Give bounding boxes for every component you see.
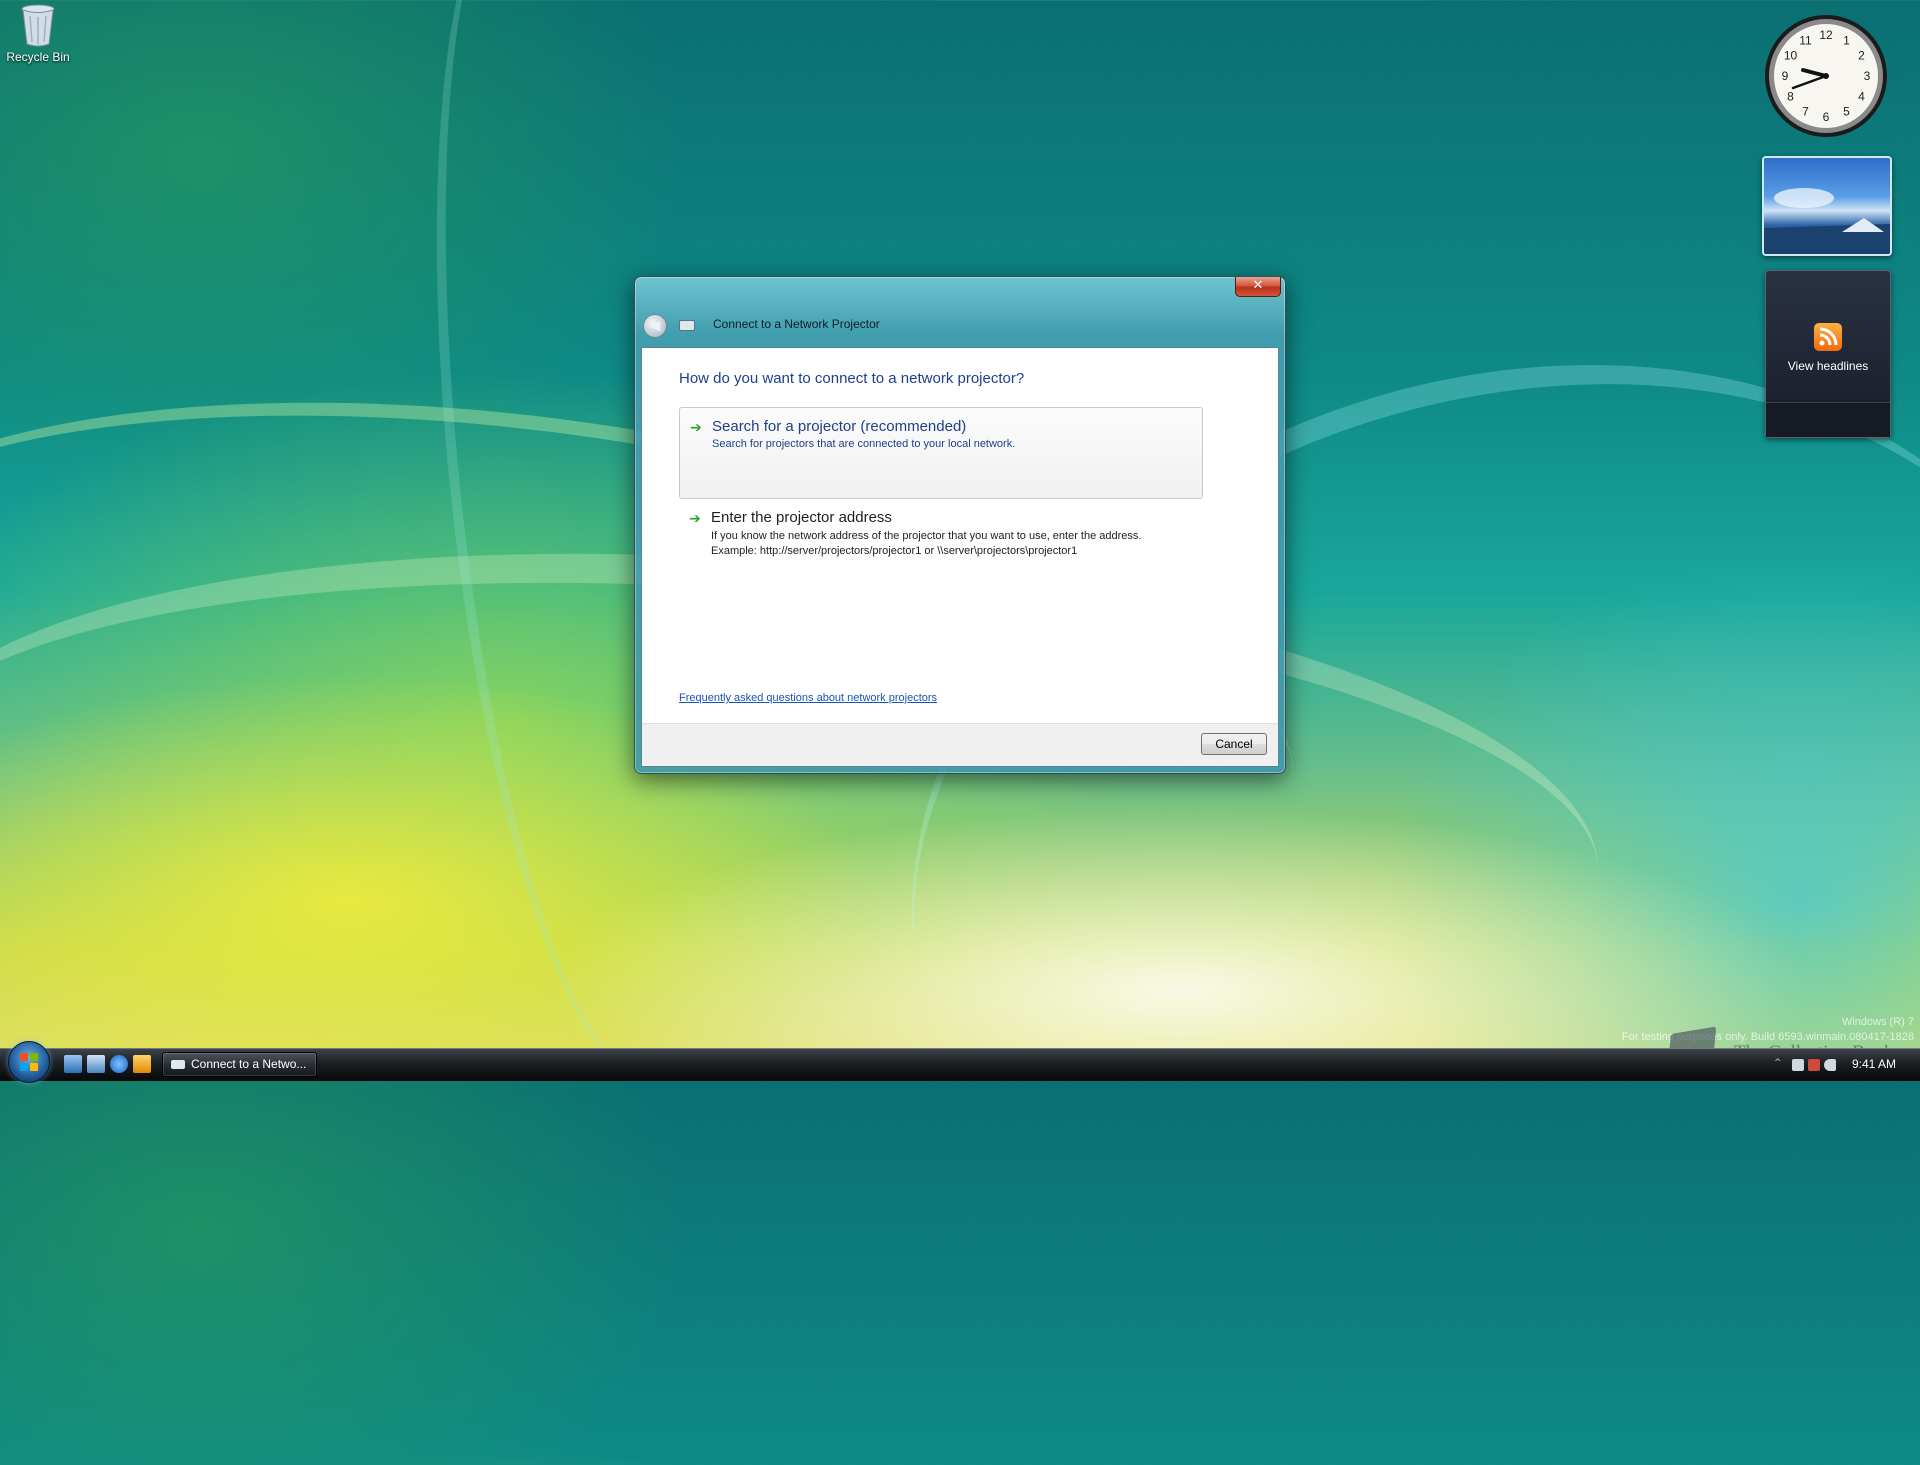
recycle-bin-label: Recycle Bin — [6, 50, 70, 64]
feed-headlines-gadget[interactable]: View headlines — [1765, 270, 1891, 438]
clock-gadget[interactable]: 12 12 3 45678 9 1011 — [1763, 13, 1889, 139]
page-heading: How do you want to connect to a network … — [679, 370, 1025, 387]
faq-link[interactable]: Frequently asked questions about network… — [679, 692, 937, 704]
green-arrow-icon: ➔ — [689, 511, 701, 527]
slideshow-photo — [1764, 188, 1890, 254]
taskbar-button-label: Connect to a Netwo... — [191, 1057, 307, 1071]
security-alert-icon[interactable] — [1808, 1059, 1820, 1071]
clock-numeral: 1 — [1843, 34, 1850, 48]
dialog-title: Connect to a Network Projector — [713, 317, 880, 331]
network-projector-dialog: ✕ ◀ Connect to a Network Projector How d… — [634, 276, 1286, 774]
clock-numeral: 3 — [1864, 69, 1871, 83]
clock-numeral: 2 — [1858, 49, 1865, 63]
system-tray: ^ 9:41 AM — [1772, 1052, 1920, 1078]
clock-numeral: 4 — [1858, 90, 1865, 104]
clock-numeral: 7 — [1802, 105, 1809, 119]
enter-address-option[interactable]: ➔ Enter the projector address If you kno… — [679, 499, 1203, 569]
slideshow-gadget[interactable] — [1762, 156, 1892, 256]
clock-numeral: 12 — [1819, 28, 1833, 42]
trash-icon — [21, 4, 55, 47]
option-description: Search for projectors that are connected… — [712, 438, 1016, 450]
green-arrow-icon: ➔ — [690, 420, 702, 436]
media-player-icon[interactable] — [133, 1055, 151, 1073]
option-title: Enter the projector address — [711, 509, 892, 526]
build-watermark-line1: Windows (R) 7 — [1841, 1016, 1914, 1028]
rss-icon — [1814, 323, 1842, 351]
close-button[interactable]: ✕ — [1235, 277, 1281, 297]
show-hidden-icons-icon[interactable]: ^ — [1774, 1058, 1786, 1070]
dialog-footer: Cancel — [642, 723, 1278, 766]
taskbar-button-projector[interactable]: Connect to a Netwo... — [162, 1052, 317, 1077]
search-projector-option[interactable]: ➔ Search for a projector (recommended) S… — [679, 407, 1203, 499]
projector-icon — [171, 1060, 185, 1069]
cancel-button[interactable]: Cancel — [1201, 733, 1267, 755]
tray-clock[interactable]: 9:41 AM — [1852, 1057, 1896, 1071]
recycle-bin-icon[interactable]: Recycle Bin — [4, 2, 72, 64]
windows-logo-icon — [20, 1053, 38, 1071]
dialog-content: How do you want to connect to a network … — [641, 347, 1279, 767]
clock-numeral: 8 — [1787, 90, 1794, 104]
option-description-line: If you know the network address of the p… — [711, 530, 1142, 542]
projector-icon — [679, 320, 695, 331]
option-description: If you know the network address of the p… — [711, 529, 1193, 559]
internet-explorer-icon[interactable] — [110, 1055, 128, 1073]
start-button[interactable] — [8, 1041, 50, 1083]
switch-windows-icon[interactable] — [87, 1055, 105, 1073]
volume-icon[interactable] — [1824, 1059, 1836, 1071]
feed-gadget-label: View headlines — [1787, 359, 1869, 373]
network-icon[interactable] — [1792, 1059, 1804, 1071]
option-title: Search for a projector (recommended) — [712, 418, 967, 435]
back-button[interactable]: ◀ — [643, 314, 667, 338]
clock-numeral: 5 — [1843, 105, 1850, 119]
clock-numeral: 9 — [1782, 69, 1789, 83]
clock-numeral: 6 — [1823, 110, 1830, 124]
show-desktop-icon[interactable] — [64, 1055, 82, 1073]
clock-numeral: 11 — [1799, 34, 1812, 48]
option-example-line: Example: http://server/projectors/projec… — [711, 545, 1078, 557]
clock-numeral: 10 — [1784, 49, 1798, 63]
